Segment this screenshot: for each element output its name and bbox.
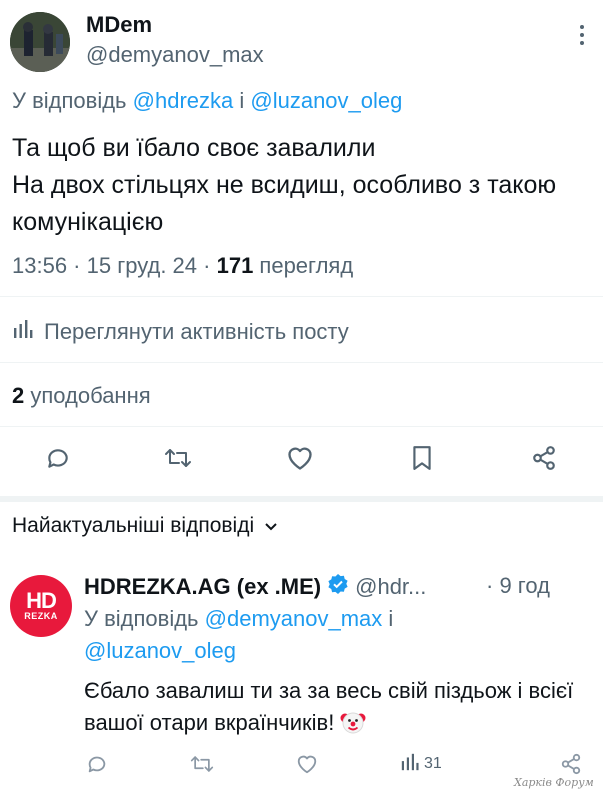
reply-user-link[interactable]: @hdrezka (133, 88, 234, 113)
author-name[interactable]: MDem (86, 12, 152, 38)
reply-prefix: У відповідь (12, 88, 133, 113)
meta-separator: · (67, 253, 87, 278)
likes-label: уподобання (24, 383, 151, 408)
more-options-icon[interactable] (572, 24, 592, 46)
share-icon[interactable] (526, 440, 562, 476)
tweet-date[interactable]: 15 груд. 24 (87, 253, 197, 278)
retweet-icon[interactable] (190, 750, 214, 778)
likes-number: 2 (12, 383, 25, 408)
reply-author-name[interactable]: HDREZKA.AG (ex .ME) (84, 574, 321, 600)
tweet-text-line: Та щоб ви їбало своє завалили (12, 134, 376, 162)
tweet-text: Та щоб ви їбало своє завалили На двох ст… (12, 130, 592, 241)
comment-icon[interactable] (40, 440, 76, 476)
verified-badge-icon (327, 573, 349, 601)
bookmark-icon[interactable] (404, 440, 440, 476)
views-count: 171 (216, 253, 254, 278)
reply-join: і (382, 606, 394, 631)
watermark: Харків Форум (514, 776, 594, 789)
reply-user-link[interactable]: @demyanov_max (205, 606, 383, 631)
meta-separator: · (197, 253, 217, 278)
heart-icon[interactable] (282, 440, 318, 476)
reply-text-content: Єбало завалиш ти за за весь свій піздьож… (84, 678, 574, 735)
comment-icon[interactable] (86, 750, 108, 778)
tweet-actions (0, 440, 603, 480)
avatar-logo-text: HD (26, 588, 57, 613)
analytics-icon (400, 752, 420, 777)
reply-text: Єбало завалиш ти за за весь свій піздьож… (84, 675, 594, 739)
views-label: перегляд (253, 253, 354, 278)
view-activity-label: Переглянути активність посту (44, 319, 349, 344)
divider (0, 296, 603, 297)
reply-context: У відповідь @demyanov_max і @luzanov_ole… (84, 603, 584, 667)
divider (0, 362, 603, 363)
reply-user-link[interactable]: @luzanov_oleg (250, 88, 402, 113)
section-divider (0, 496, 603, 502)
reply-actions: 31 (0, 750, 603, 780)
replies-sort-dropdown[interactable]: Найактуальніші відповіді (12, 514, 278, 538)
reply-join: і (233, 88, 251, 113)
reply-views-count: 31 (424, 755, 442, 772)
view-activity-link[interactable]: Переглянути активність посту (12, 318, 349, 346)
reply-user-link[interactable]: @luzanov_oleg (84, 638, 236, 663)
reply-context: У відповідь @hdrezka і @luzanov_oleg (12, 88, 402, 114)
likes-count[interactable]: 2 уподобання (12, 383, 151, 409)
clown-emoji-icon (340, 709, 366, 735)
analytics-icon (12, 318, 34, 346)
reply-views[interactable]: 31 (400, 750, 442, 778)
tweet-time[interactable]: 13:56 (12, 253, 67, 278)
retweet-icon[interactable] (160, 440, 196, 476)
reply-author-handle[interactable]: @hdr... (355, 574, 426, 600)
hdrezka-avatar[interactable]: HD REZKA (10, 575, 72, 637)
tweet-meta: 13:56 · 15 груд. 24 · 171 перегляд (12, 253, 353, 279)
heart-icon[interactable] (296, 750, 318, 778)
reply-author[interactable]: HDREZKA.AG (ex .ME) @hdr... (84, 573, 426, 601)
reply-prefix: У відповідь (84, 606, 205, 631)
avatar-logo-subtext: REZKA (24, 611, 58, 621)
reply-time[interactable]: · 9 год (486, 573, 550, 599)
sort-label: Найактуальніші відповіді (12, 514, 255, 537)
author-avatar[interactable] (10, 12, 70, 72)
tweet-text-line: На двох стільцях не всидиш, особливо з т… (12, 171, 557, 236)
author-handle[interactable]: @demyanov_max (86, 42, 264, 68)
chevron-down-icon (264, 514, 278, 538)
share-icon[interactable] (560, 750, 582, 778)
divider (0, 426, 603, 427)
